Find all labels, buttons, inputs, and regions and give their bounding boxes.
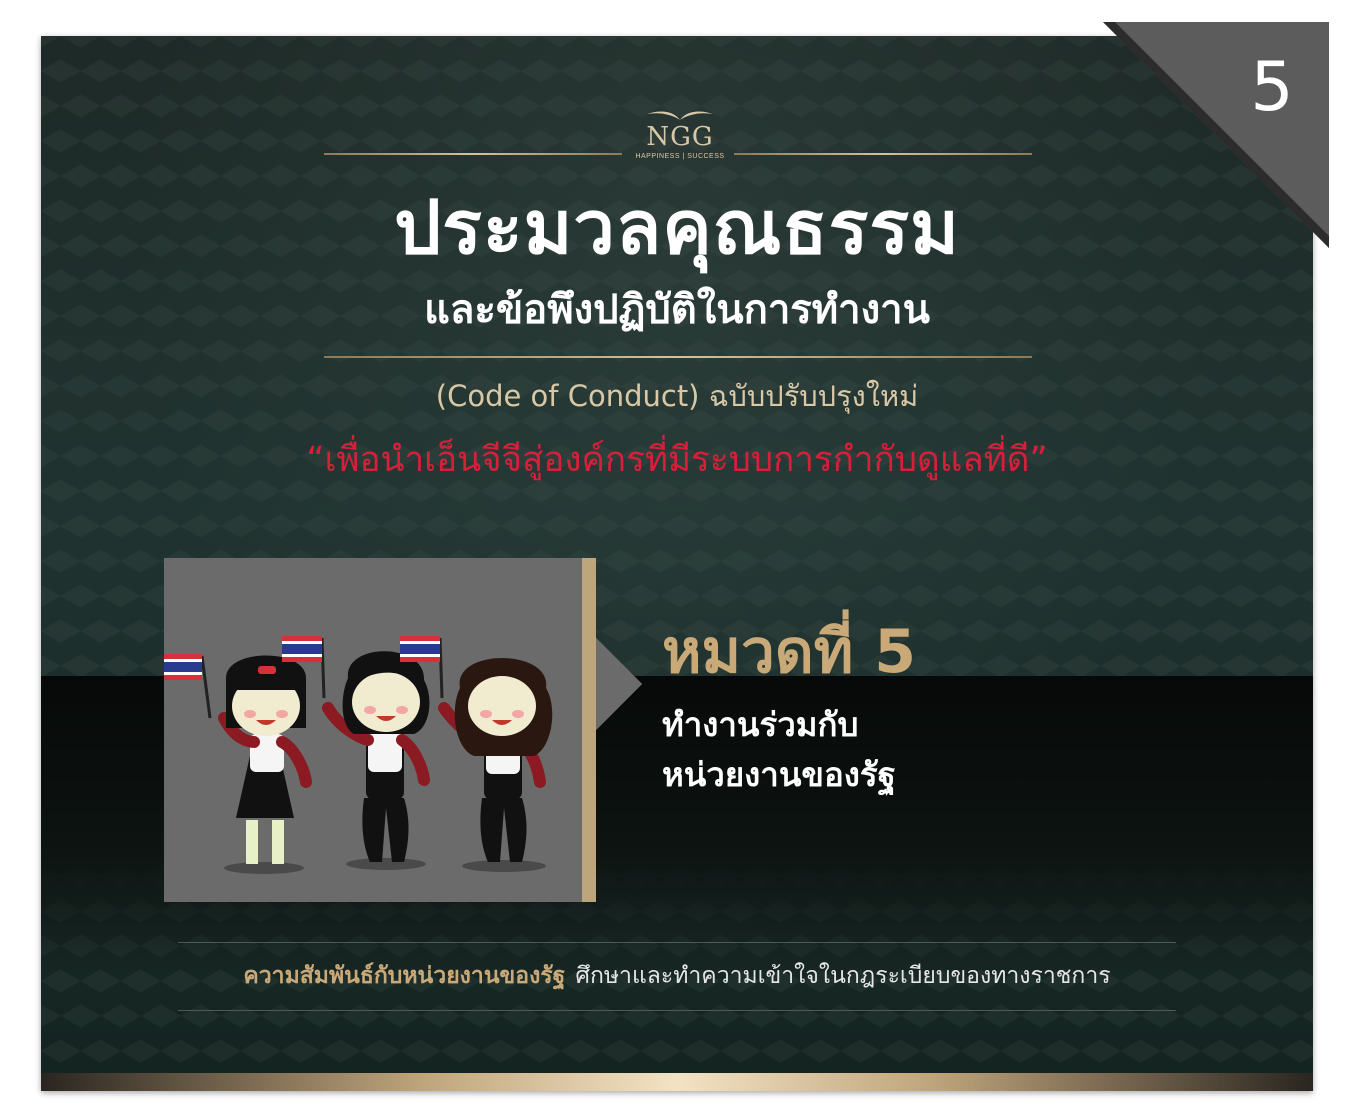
- slogan: “เพื่อนำเอ็นจีจีสู่องค์กรที่มีระบบการกำก…: [306, 440, 1048, 480]
- chapter-line-1: ทำงานร่วมกับ: [662, 705, 859, 744]
- main-subtitle: และข้อพึงปฏิบัติในการทำงาน: [424, 287, 930, 333]
- bottom-gold-strip: [41, 1073, 1313, 1091]
- main-title: ประมวลคุณธรรม: [394, 185, 960, 271]
- logo-name: NGG: [646, 122, 714, 152]
- title-bottom-rule: [324, 356, 1032, 358]
- code-of-conduct-label: (Code of Conduct) ฉบับปรับปรุงใหม่: [435, 379, 919, 413]
- chapter-line-2: หน่วยงานของรัฐ: [662, 755, 896, 794]
- footer-caption: ความสัมพันธ์กับหน่วยงานของรัฐ ศึกษาและทำค…: [178, 956, 1176, 996]
- chapter-heading: หมวดที่ 5: [662, 617, 916, 687]
- illustration-panel: [162, 558, 594, 902]
- footer-text: ศึกษาและทำความเข้าใจในกฎระเบียบของทางราช…: [575, 963, 1111, 989]
- wing-icon: [647, 111, 713, 120]
- title-top-rule-right: [734, 153, 1032, 155]
- page-number: 5: [1250, 48, 1294, 127]
- women-waving-flags-illustration: [162, 636, 553, 874]
- footer-top-divider: [178, 942, 1176, 943]
- footer-highlight: ความสัมพันธ์กับหน่วยงานของรัฐ: [243, 963, 566, 989]
- chapter-description: ทำงานร่วมกับ หน่วยงานของรัฐ: [662, 700, 896, 800]
- title-top-rule-left: [324, 153, 622, 155]
- footer-bottom-divider: [178, 1010, 1176, 1011]
- panel-chevron-edge: [582, 558, 642, 902]
- woman-left: [162, 654, 312, 874]
